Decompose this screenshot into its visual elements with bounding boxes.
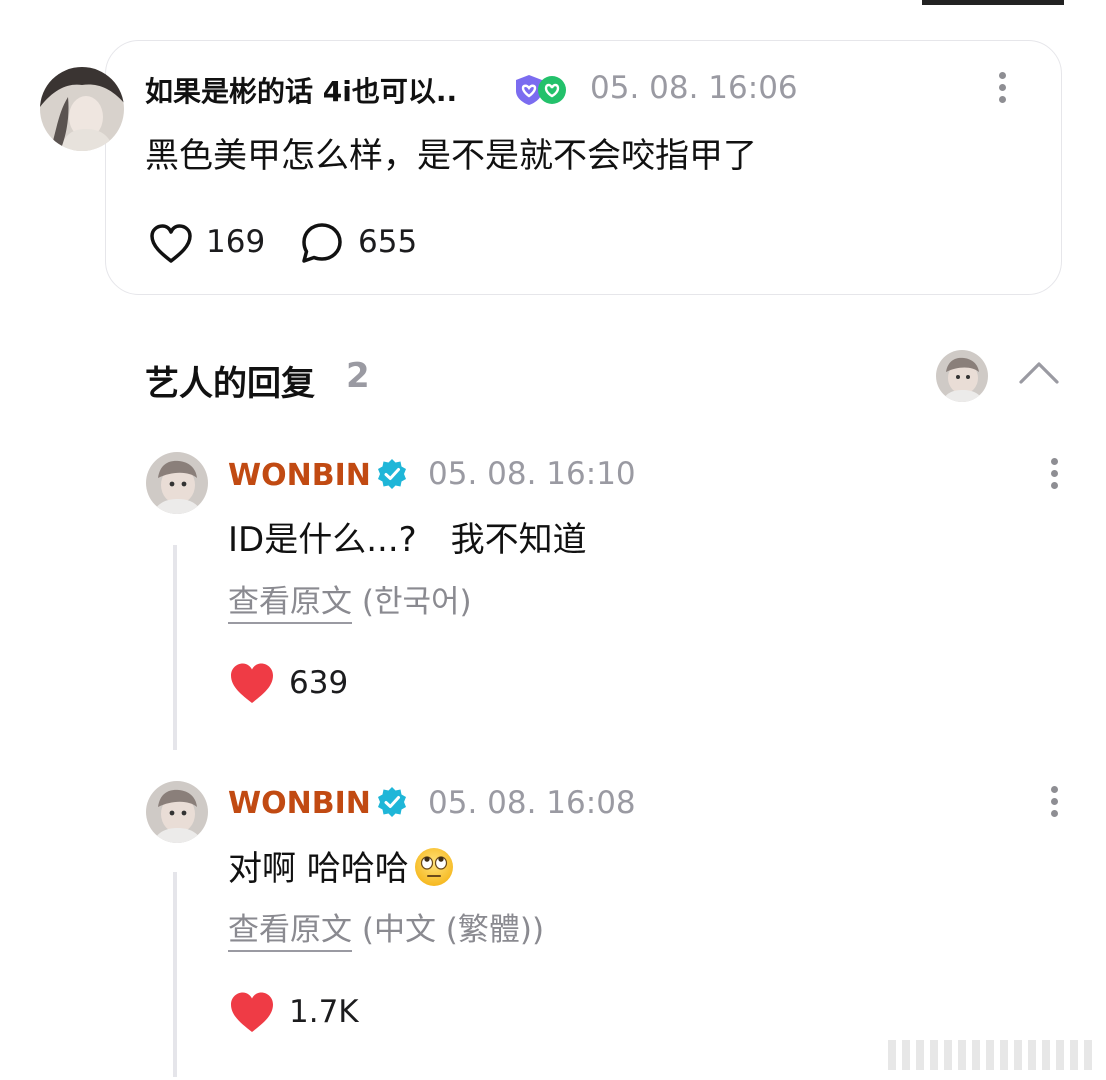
fan-avatar[interactable] (40, 67, 124, 151)
post-comment-count: 655 (358, 224, 418, 260)
post-like-count: 169 (206, 224, 266, 260)
eye-roll-emoji (414, 847, 453, 886)
heart-circle-badge-icon (538, 76, 566, 104)
post-text: 黑色美甲怎么样，是不是就不会咬指甲了 (145, 136, 757, 176)
view-original-link[interactable]: 查看原文 (228, 584, 352, 624)
reply-like-count: 1.7K (289, 994, 359, 1030)
chevron-up-icon[interactable] (1018, 358, 1060, 386)
reply-timestamp: 05. 08. 16:10 (428, 456, 636, 492)
reply-thread-line (173, 872, 177, 1077)
more-vertical-icon[interactable] (1048, 458, 1060, 494)
verified-badge-icon (378, 787, 406, 817)
reply-timestamp: 05. 08. 16:08 (428, 785, 636, 821)
top-divider (922, 0, 1064, 5)
fan-username[interactable]: 如果是彬的话 4i也可以.. (145, 70, 457, 110)
original-language: (한국어) (361, 584, 472, 620)
more-vertical-icon[interactable] (996, 72, 1008, 108)
artist-avatar[interactable] (146, 781, 208, 843)
verified-badge-icon (378, 459, 406, 489)
reply-like-count: 639 (289, 665, 349, 701)
artist-name[interactable]: WONBIN (228, 786, 371, 821)
artist-avatar-small[interactable] (936, 350, 988, 402)
comment-bubble-icon[interactable] (299, 220, 345, 266)
reply-text: 对啊 哈哈哈 (228, 841, 455, 892)
reply-thread-line (173, 545, 177, 750)
reply-text: ID是什么...? 我不知道 (228, 520, 587, 560)
post-timestamp: 05. 08. 16:06 (590, 70, 798, 106)
view-original-link[interactable]: 查看原文 (228, 912, 352, 952)
fan-badges (512, 73, 568, 107)
artist-replies-count: 2 (346, 356, 370, 396)
heart-filled-icon[interactable] (228, 661, 276, 705)
translate-row: 查看原文 (中文 (繁體)) (228, 904, 545, 952)
heart-filled-icon[interactable] (228, 990, 276, 1034)
original-language: (中文 (繁體)) (361, 912, 545, 948)
artist-name[interactable]: WONBIN (228, 458, 371, 493)
translate-row: 查看原文 (한국어) (228, 576, 472, 624)
heart-outline-icon[interactable] (148, 222, 194, 264)
artist-avatar[interactable] (146, 452, 208, 514)
watermark-bars (888, 1040, 1092, 1070)
reply-text-content: 对啊 哈哈哈 (228, 849, 409, 889)
artist-replies-title: 艺人的回复 (145, 364, 315, 404)
more-vertical-icon[interactable] (1048, 786, 1060, 822)
